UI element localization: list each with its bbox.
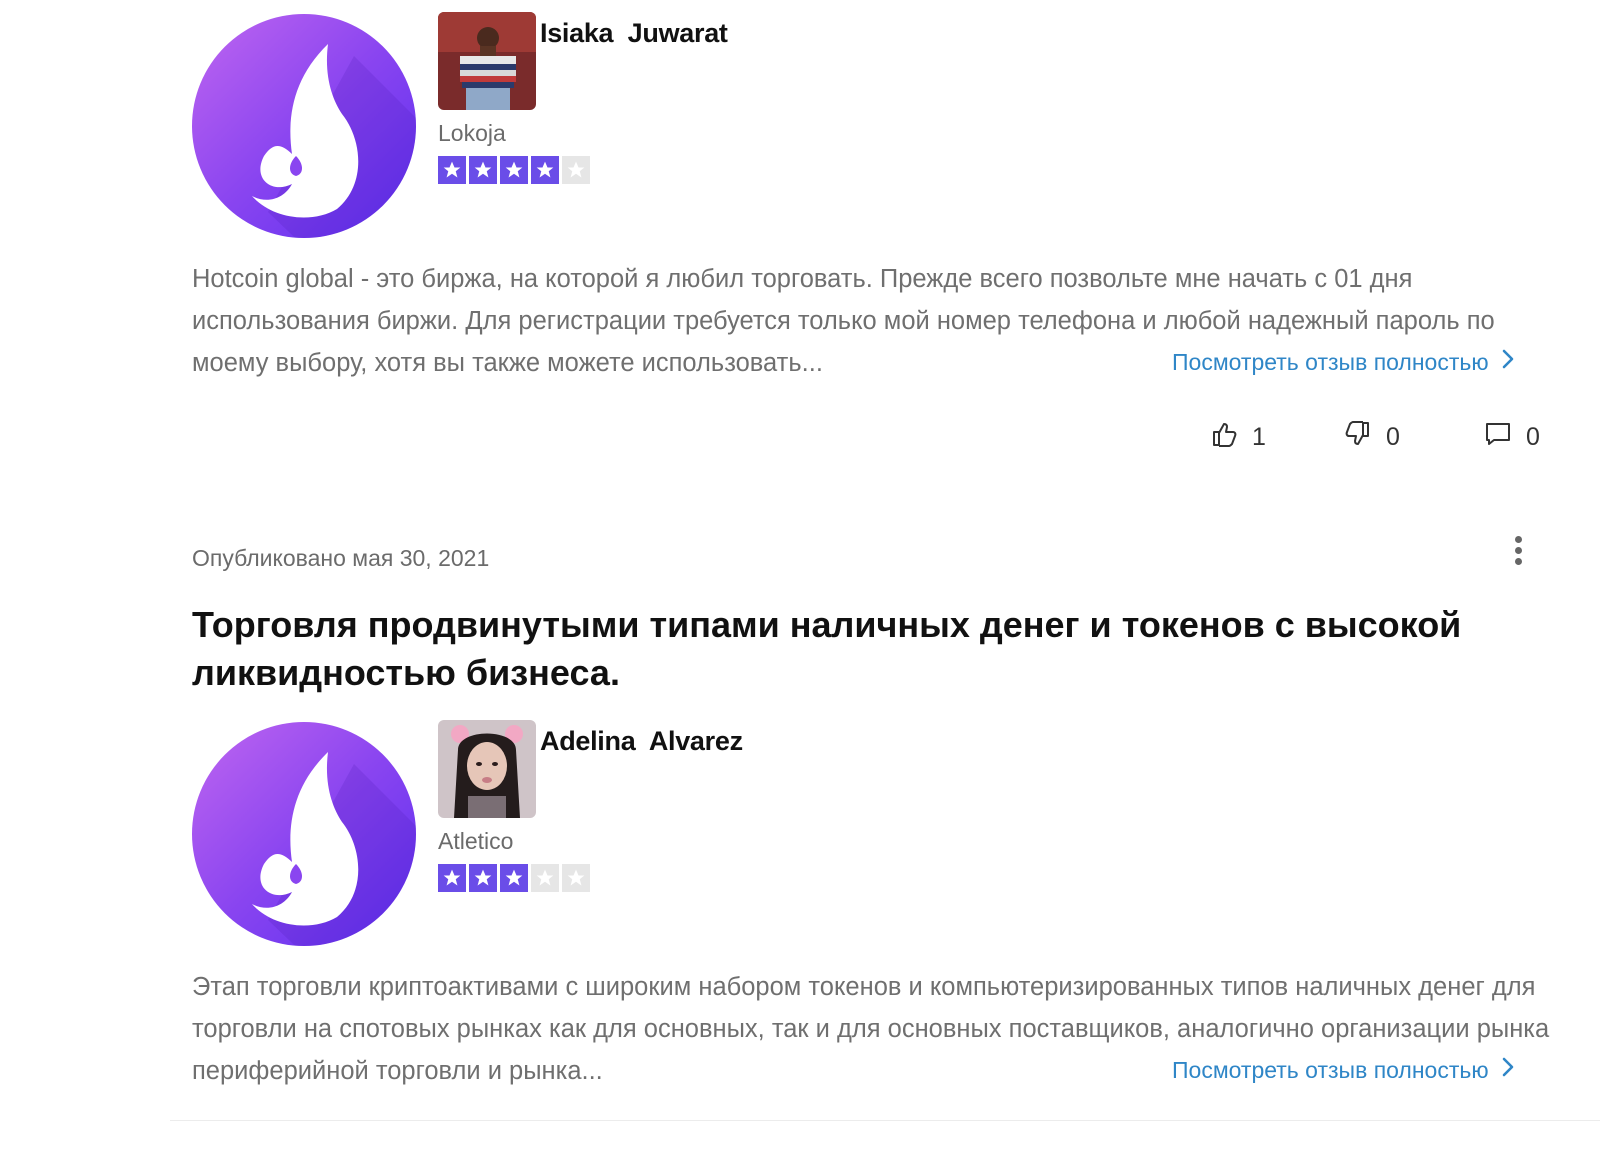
star-filled-icon <box>438 864 466 892</box>
star-rating <box>438 864 590 892</box>
comment-button[interactable]: 0 <box>1484 420 1540 455</box>
star-filled-icon <box>438 156 466 184</box>
star-filled-icon <box>500 864 528 892</box>
star-filled-icon <box>469 156 497 184</box>
reviewer-location: Lokoja <box>438 120 506 146</box>
thumbs-up-icon <box>1210 420 1238 455</box>
star-rating <box>438 156 590 184</box>
more-vertical-icon[interactable] <box>1508 536 1528 572</box>
star-filled-icon <box>469 864 497 892</box>
dislike-count: 0 <box>1386 423 1400 451</box>
dislike-button[interactable]: 0 <box>1344 420 1400 455</box>
star-filled-icon <box>531 156 559 184</box>
published-date: Опубликовано мая 30, 2021 <box>192 545 490 571</box>
reviewer-location: Atletico <box>438 828 514 854</box>
star-filled-icon <box>500 156 528 184</box>
comment-count: 0 <box>1526 423 1540 451</box>
star-empty-icon <box>562 156 590 184</box>
like-button[interactable]: 1 <box>1210 420 1266 455</box>
review-actions: 1 0 0 <box>0 420 1600 460</box>
like-count: 1 <box>1252 423 1266 451</box>
avatar <box>438 12 536 110</box>
read-more-label[interactable]: Посмотреть отзыв полностью <box>1172 349 1489 376</box>
chevron-right-icon <box>1501 348 1515 376</box>
thumbs-down-icon <box>1344 420 1372 455</box>
divider <box>170 1120 1600 1121</box>
reviewer-name[interactable]: Isiaka Juwarat <box>540 18 728 49</box>
read-more-label[interactable]: Посмотреть отзыв полностью <box>1172 1057 1489 1084</box>
star-empty-icon <box>531 864 559 892</box>
reviewer-name[interactable]: Adelina Alvarez <box>540 726 743 757</box>
read-full-review-link[interactable]: Посмотреть отзыв полностью <box>1172 348 1515 376</box>
chevron-right-icon <box>1501 1056 1515 1084</box>
comment-icon <box>1484 420 1512 455</box>
hotcoin-flame-icon <box>192 14 416 238</box>
star-empty-icon <box>562 864 590 892</box>
hotcoin-flame-icon <box>192 722 416 946</box>
avatar <box>438 720 536 818</box>
review-title[interactable]: Торговля продвинутыми типами наличных де… <box>192 601 1552 697</box>
read-full-review-link[interactable]: Посмотреть отзыв полностью <box>1172 1056 1515 1084</box>
